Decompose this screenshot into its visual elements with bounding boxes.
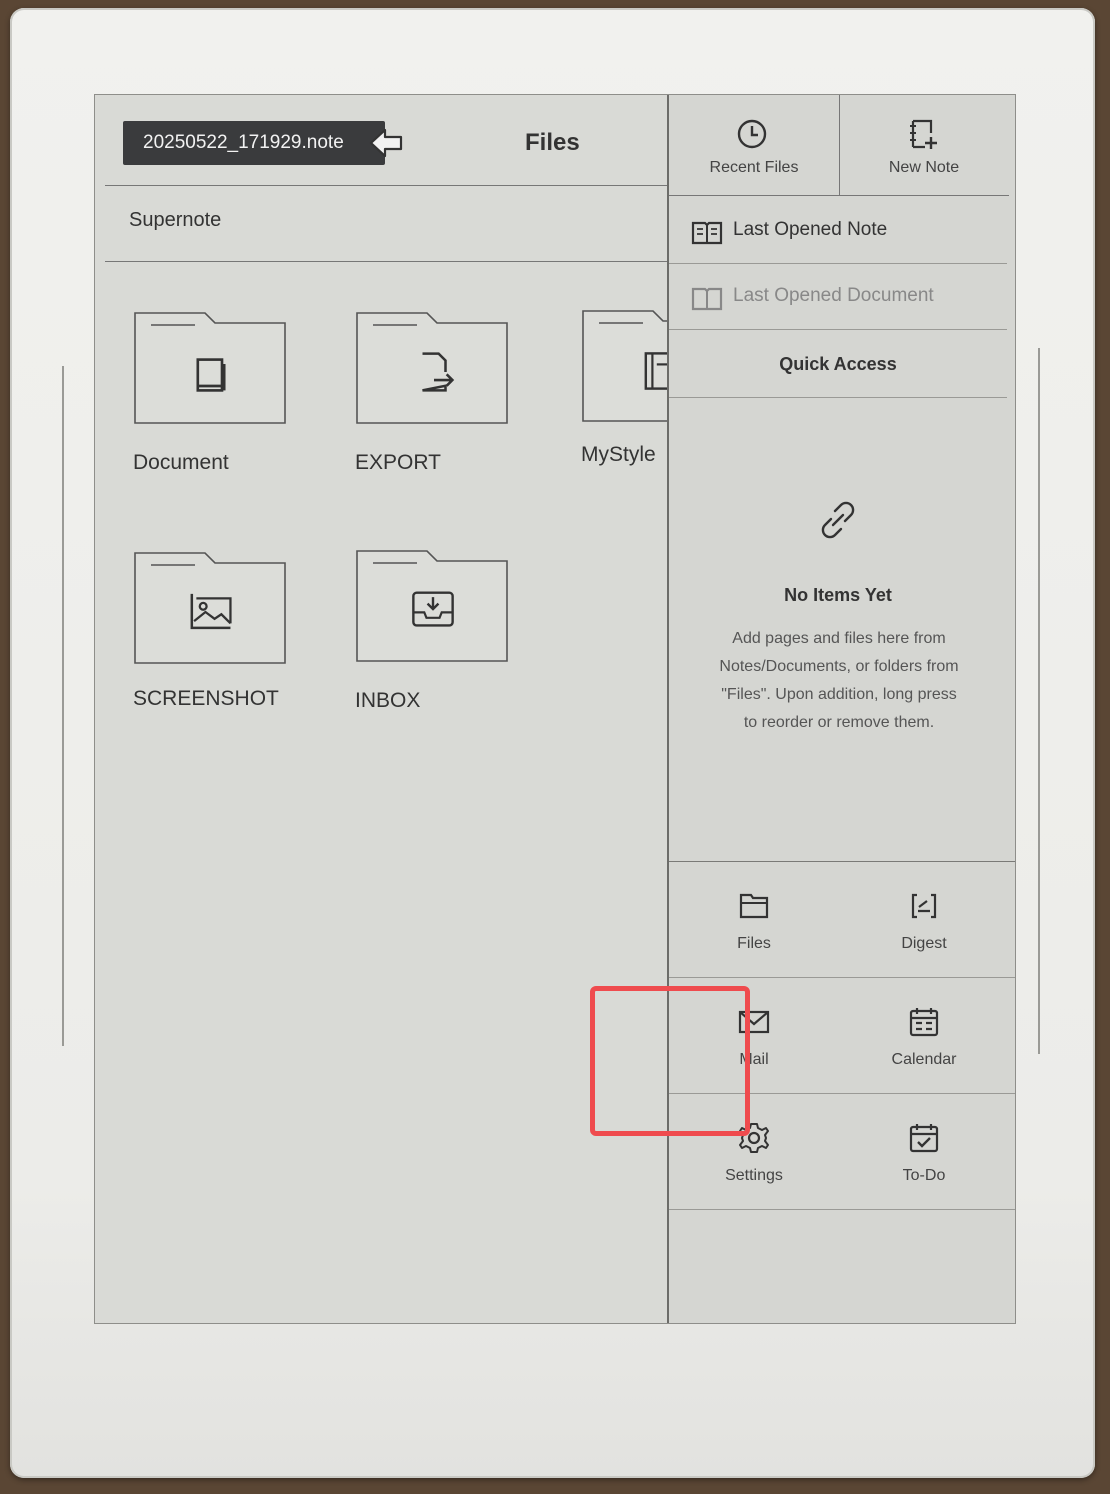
app-files-label: Files [737, 935, 771, 952]
open-note-tab[interactable]: 20250522_171929.note [123, 121, 385, 165]
last-opened-note[interactable]: Last Opened Note [669, 199, 1007, 264]
todo-icon [909, 1124, 939, 1153]
app-files[interactable]: Files [669, 865, 839, 975]
book-icon [196, 358, 226, 392]
open-book-icon [691, 221, 723, 245]
files-header: 20250522_171929.note Files [105, 109, 667, 186]
clock-icon [737, 119, 767, 149]
divider [669, 1209, 1015, 1210]
new-note-label: New Note [888, 159, 960, 176]
image-icon [190, 593, 232, 630]
quick-access-title: Quick Access [669, 331, 1007, 398]
page-title: Files [525, 129, 580, 156]
calendar-icon [909, 1008, 939, 1037]
open-book-icon [691, 287, 723, 311]
folder-label: SCREENSHOT [133, 687, 279, 710]
settings-highlight-box [590, 986, 750, 1136]
eink-screen: 20250522_171929.note Files Supernote Doc… [94, 94, 1016, 1324]
recent-files-label: Recent Files [709, 159, 799, 176]
app-todo[interactable]: To-Do [839, 1097, 1009, 1207]
last-opened-note-label: Last Opened Note [733, 219, 888, 240]
breadcrumb-row: Supernote [105, 185, 667, 262]
left-edge-line [62, 366, 64, 1046]
folder-label: Document [133, 451, 229, 474]
empty-state-description: Add pages and files here from Notes/Docu… [719, 630, 959, 731]
app-settings-label: Settings [725, 1167, 783, 1184]
folder-label: MyStyle [581, 443, 656, 466]
folder-label: INBOX [355, 689, 421, 712]
last-opened-document[interactable]: Last Opened Document [669, 265, 1007, 330]
new-note-button[interactable]: New Note [839, 95, 1009, 196]
divider [669, 861, 1015, 862]
quick-panel: Recent Files New Note Last Opened Note L… [667, 95, 1015, 1323]
back-arrow-icon[interactable] [369, 127, 405, 159]
recent-files-button[interactable]: Recent Files [669, 95, 840, 196]
app-calendar[interactable]: Calendar [839, 981, 1009, 1091]
link-icon [821, 501, 855, 539]
app-digest[interactable]: Digest [839, 865, 1009, 975]
divider [669, 977, 1015, 978]
app-todo-label: To-Do [902, 1167, 946, 1184]
template-icon [644, 352, 667, 390]
breadcrumb[interactable]: Supernote [129, 209, 221, 232]
inbox-icon [412, 591, 454, 627]
new-note-icon [910, 119, 937, 149]
files-pane: 20250522_171929.note Files Supernote Doc… [95, 95, 667, 1323]
app-digest-label: Digest [901, 935, 947, 952]
last-opened-document-label: Last Opened Document [733, 285, 934, 306]
folder-icon [739, 893, 769, 919]
export-icon [422, 352, 455, 392]
app-calendar-label: Calendar [891, 1051, 957, 1068]
empty-state-title: No Items Yet [784, 585, 892, 605]
folder-label: EXPORT [355, 451, 441, 474]
folder-mystyle[interactable]: MyStyle [581, 303, 667, 483]
open-note-name: 20250522_171929.note [143, 132, 344, 153]
digest-icon [911, 893, 937, 919]
right-edge-line [1038, 348, 1040, 1054]
